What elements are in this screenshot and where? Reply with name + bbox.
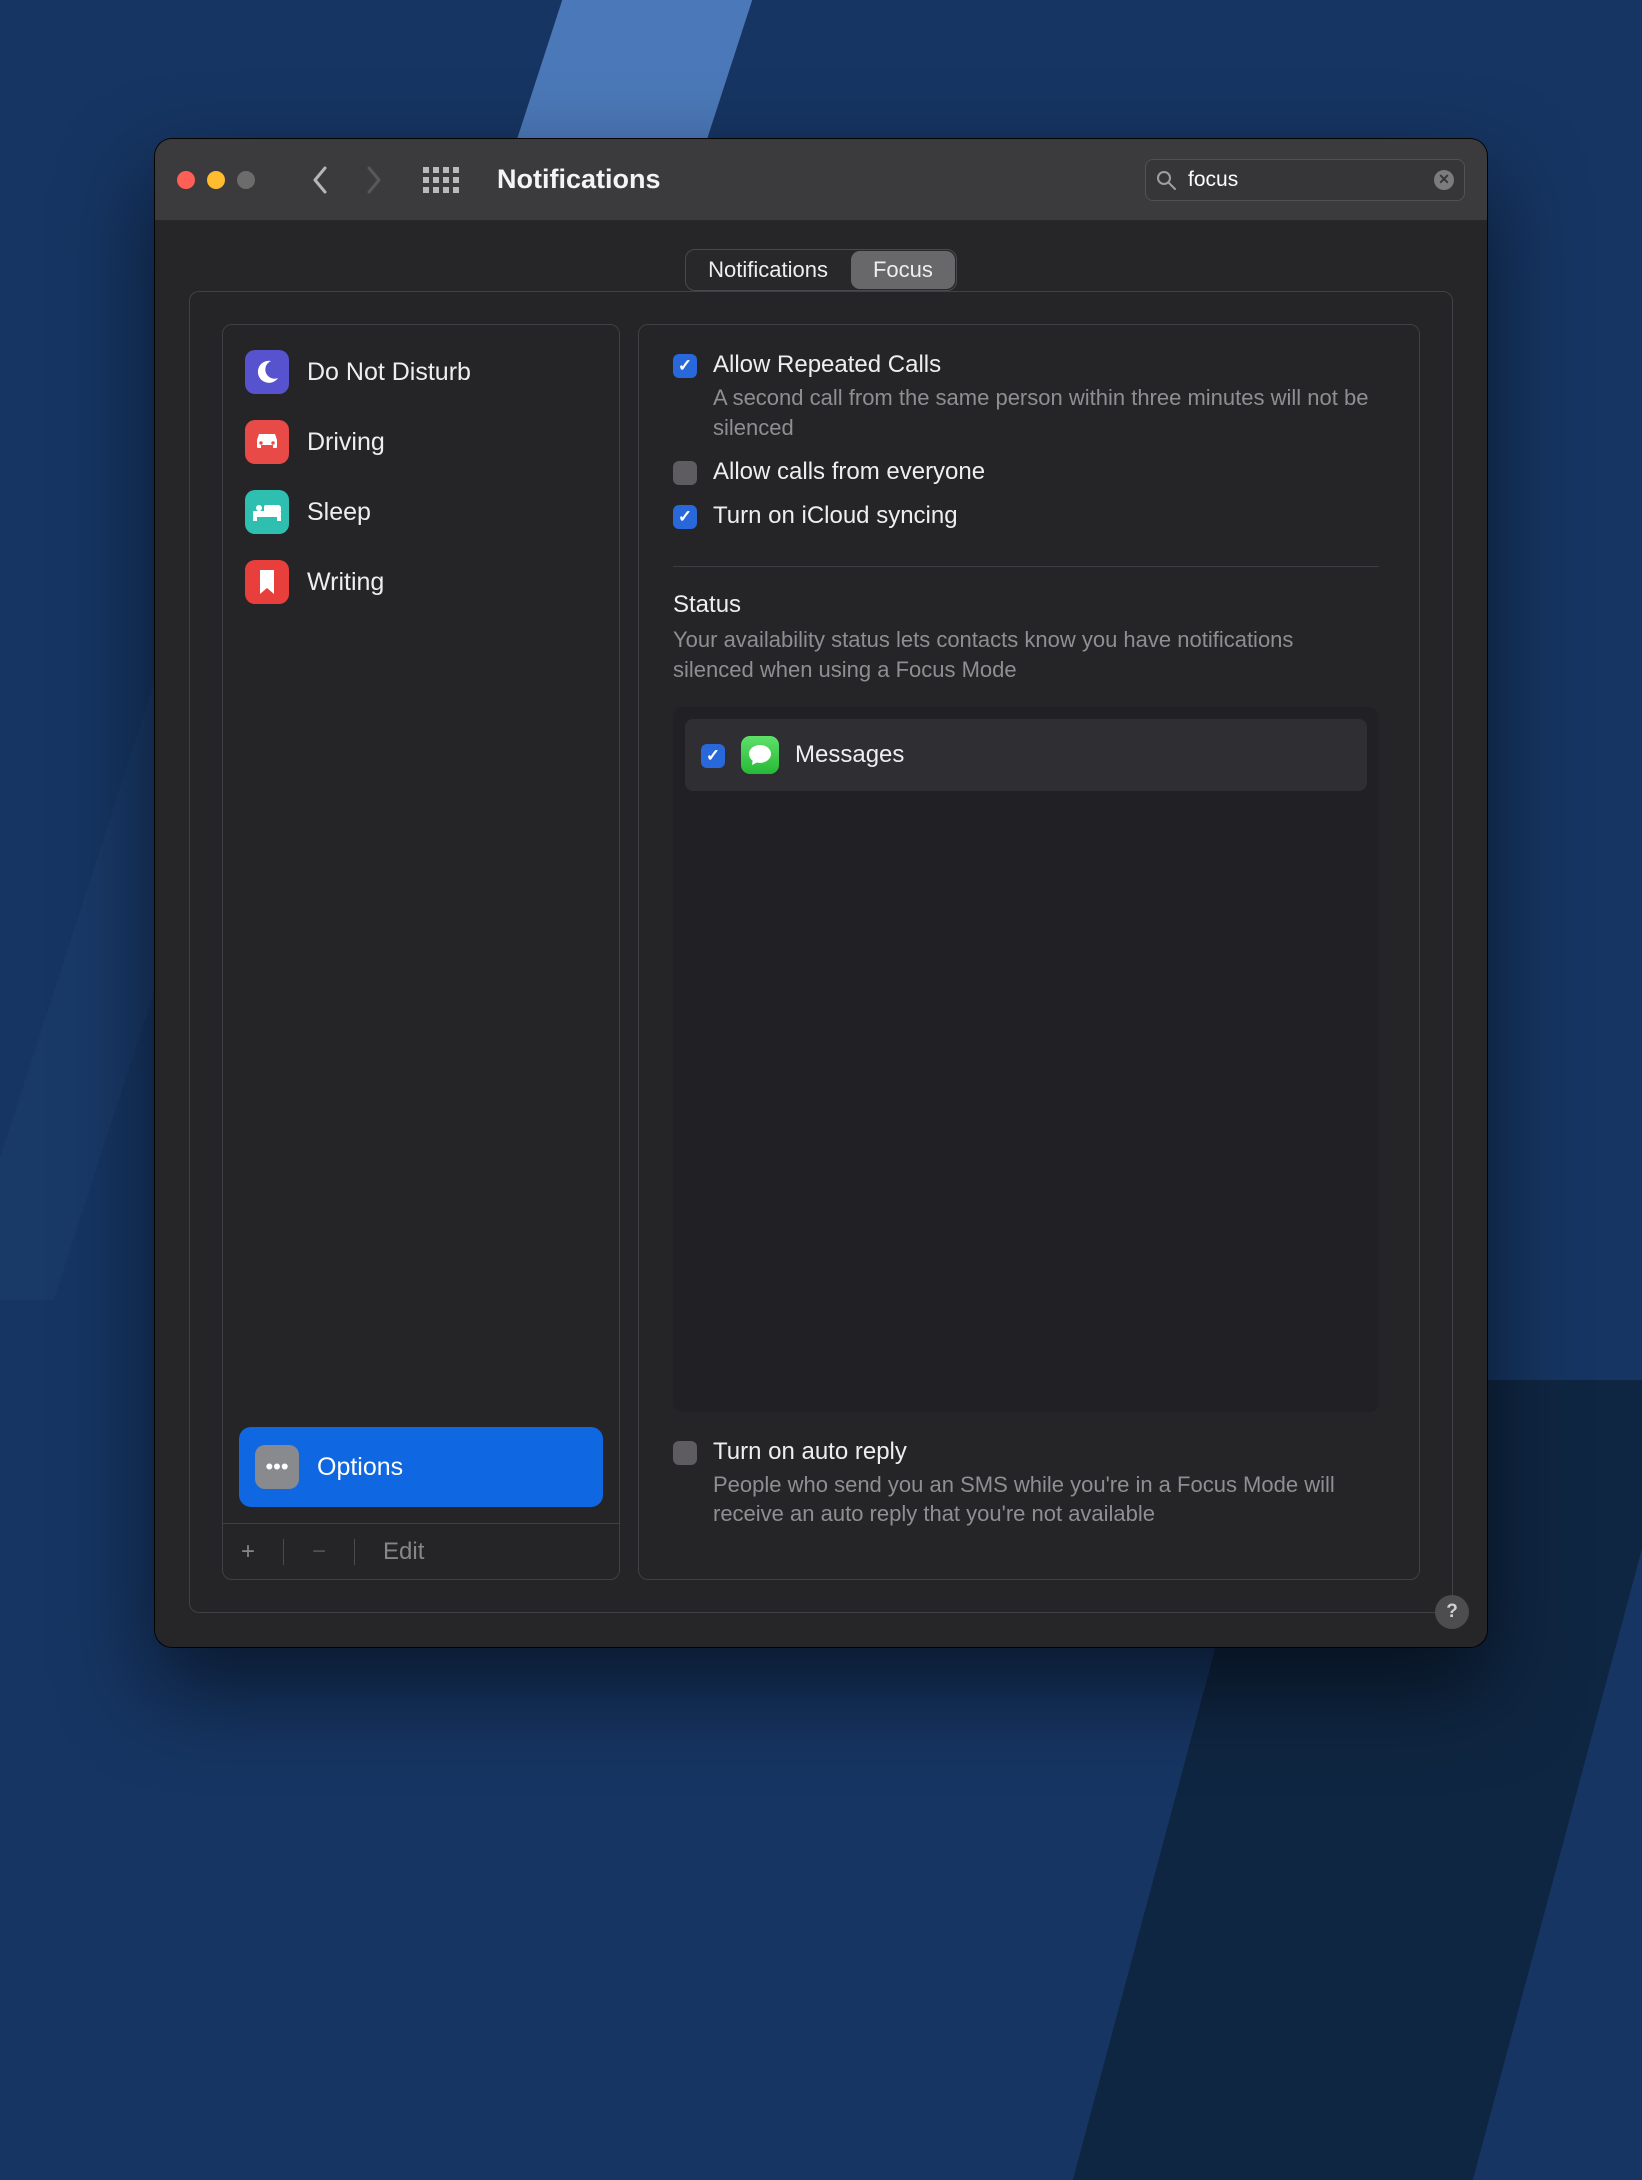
mode-sleep[interactable]: Sleep [235, 477, 607, 547]
focus-sidebar: Do Not Disturb Driving Sleep [222, 324, 620, 1580]
focus-mode-list: Do Not Disturb Driving Sleep [223, 325, 619, 1427]
tab-focus[interactable]: Focus [851, 251, 955, 289]
mode-label: Sleep [307, 498, 371, 527]
mode-label: Driving [307, 428, 385, 457]
bookmark-icon [245, 560, 289, 604]
status-app-messages[interactable]: Messages [685, 719, 1367, 791]
checkbox[interactable] [673, 1441, 697, 1465]
show-all-icon[interactable] [423, 167, 459, 193]
option-description: People who send you an SMS while you're … [713, 1470, 1379, 1529]
tab-bar: Notifications Focus [155, 221, 1487, 291]
option-label: Allow calls from everyone [713, 458, 1379, 486]
divider [354, 1539, 355, 1565]
help-button[interactable]: ? [1435, 1595, 1469, 1629]
titlebar: Notifications focus ✕ [155, 139, 1487, 221]
forward-button[interactable] [353, 166, 395, 194]
options-row[interactable]: ••• Options [239, 1427, 603, 1507]
content-area: Do Not Disturb Driving Sleep [189, 291, 1453, 1613]
mode-label: Writing [307, 568, 384, 597]
checkbox[interactable] [673, 461, 697, 485]
option-turn-on-auto-reply[interactable]: Turn on auto reply People who send you a… [673, 1438, 1379, 1529]
status-description: Your availability status lets contacts k… [673, 625, 1379, 684]
close-window-button[interactable] [177, 171, 195, 189]
clear-search-button[interactable]: ✕ [1434, 170, 1454, 190]
add-focus-button[interactable]: + [241, 1538, 255, 1566]
checkbox[interactable] [673, 505, 697, 529]
search-field[interactable]: focus ✕ [1145, 159, 1465, 201]
status-title: Status [673, 591, 1379, 619]
bed-icon [245, 490, 289, 534]
remove-focus-button[interactable]: − [312, 1538, 326, 1566]
option-allow-calls-from-everyone[interactable]: Allow calls from everyone [673, 458, 1379, 486]
preferences-window: Notifications focus ✕ Notifications Focu… [154, 138, 1488, 1648]
divider [673, 566, 1379, 567]
minimize-window-button[interactable] [207, 171, 225, 189]
traffic-lights [177, 171, 255, 189]
messages-icon [741, 736, 779, 774]
sidebar-footer: + − Edit [223, 1523, 619, 1579]
options-label: Options [317, 1453, 403, 1482]
option-description: A second call from the same person withi… [713, 383, 1379, 442]
mode-driving[interactable]: Driving [235, 407, 607, 477]
focus-options-pane: Allow Repeated Calls A second call from … [638, 324, 1420, 1580]
option-turn-on-icloud-syncing[interactable]: Turn on iCloud syncing [673, 502, 1379, 530]
option-allow-repeated-calls[interactable]: Allow Repeated Calls A second call from … [673, 351, 1379, 442]
status-apps-box: Messages [673, 707, 1379, 1412]
checkbox[interactable] [701, 744, 725, 768]
window-title: Notifications [497, 164, 1133, 195]
option-label: Turn on iCloud syncing [713, 502, 1379, 530]
divider [283, 1539, 284, 1565]
moon-icon [245, 350, 289, 394]
checkbox[interactable] [673, 354, 697, 378]
search-icon [1156, 170, 1176, 190]
mode-do-not-disturb[interactable]: Do Not Disturb [235, 337, 607, 407]
mode-label: Do Not Disturb [307, 358, 471, 387]
option-label: Turn on auto reply [713, 1438, 1379, 1466]
status-app-label: Messages [795, 741, 904, 769]
ellipsis-icon: ••• [255, 1445, 299, 1489]
search-input-value: focus [1188, 168, 1422, 192]
mode-writing[interactable]: Writing [235, 547, 607, 617]
zoom-window-button[interactable] [237, 171, 255, 189]
option-label: Allow Repeated Calls [713, 351, 1379, 379]
tab-notifications[interactable]: Notifications [686, 250, 850, 290]
back-button[interactable] [299, 166, 341, 194]
edit-button[interactable]: Edit [383, 1538, 424, 1566]
car-icon [245, 420, 289, 464]
